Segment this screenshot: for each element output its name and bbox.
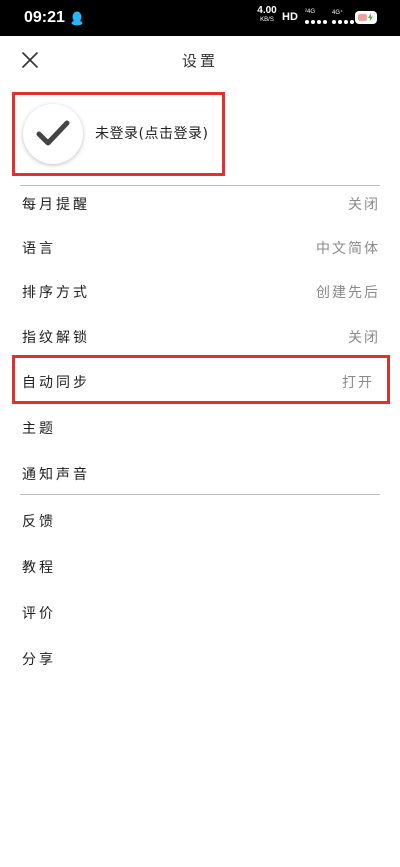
network-speed: 4.00 KB/S — [257, 5, 277, 24]
menu-rate[interactable]: 评价 — [20, 597, 380, 627]
menu-share[interactable]: 分享 — [20, 643, 380, 673]
header: 设置 — [0, 36, 400, 84]
status-time: 09:21 — [24, 9, 65, 26]
battery-charging-icon — [355, 11, 377, 24]
hd-badge: HD — [282, 11, 298, 23]
setting-sort-order[interactable]: 排序方式 创建先后 — [20, 276, 380, 306]
page-title: 设置 — [181, 52, 218, 70]
menu-tutorial[interactable]: 教程 — [20, 551, 380, 581]
check-icon — [36, 120, 70, 146]
setting-fingerprint-unlock[interactable]: 指纹解锁 关闭 — [20, 321, 380, 351]
divider — [20, 185, 380, 186]
setting-language[interactable]: 语言 中文简体 — [20, 232, 380, 262]
divider — [20, 494, 380, 495]
setting-theme[interactable]: 主题 — [20, 412, 380, 442]
status-bar: 09:21 4.00 KB/S HD ²4G 4G⁺ — [0, 0, 400, 36]
setting-monthly-reminder[interactable]: 每月提醒 关闭 — [20, 188, 380, 218]
menu-feedback[interactable]: 反馈 — [20, 505, 380, 535]
login-prompt[interactable]: 未登录(点击登录) — [95, 123, 208, 143]
qq-notification-icon — [71, 11, 83, 26]
setting-notification-sound[interactable]: 通知声音 — [20, 458, 380, 488]
account-login-button[interactable]: 未登录(点击登录) — [12, 92, 225, 176]
setting-auto-sync[interactable]: 自动同步 打开 — [20, 366, 380, 396]
avatar[interactable] — [23, 104, 83, 164]
sim1-signal-icon: ²4G — [305, 9, 333, 27]
